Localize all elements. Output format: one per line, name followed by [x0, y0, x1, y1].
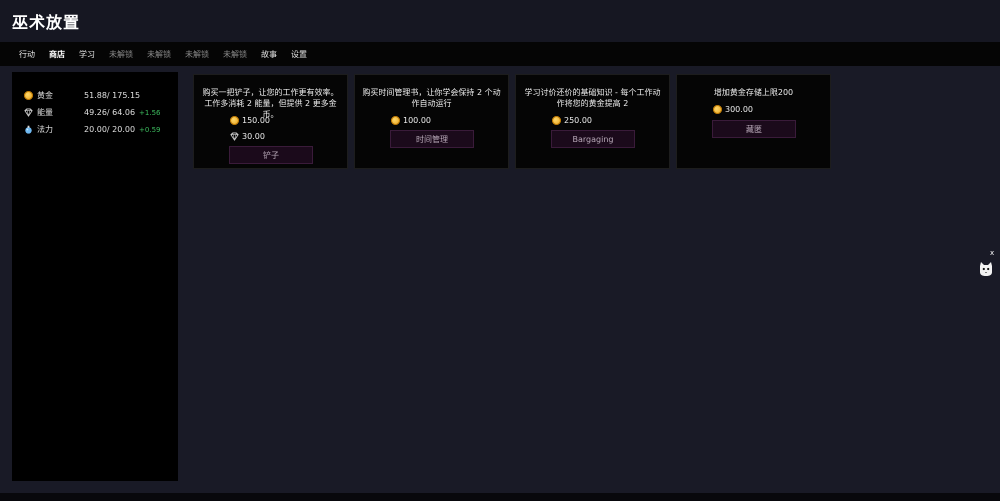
cost-gold: 100.00: [391, 116, 431, 125]
resource-mana: 法力 20.00/ 20.00 +0.59: [12, 121, 178, 138]
tab-shop[interactable]: 商店: [42, 42, 72, 66]
resource-name: 能量: [37, 108, 53, 117]
gold-coin-icon: [713, 105, 722, 114]
cost-amount: 150.00: [242, 116, 270, 125]
card-description: 增加黄金存储上限200: [713, 88, 794, 97]
cost-gold: 300.00: [713, 105, 753, 114]
resource-energy: 能量 49.26/ 64.06 +1.56: [12, 104, 178, 121]
tab-locked-4[interactable]: 未解锁: [216, 42, 254, 66]
cost-energy: 30.00: [230, 132, 265, 141]
buy-bargaining-button[interactable]: Bargaging: [551, 130, 635, 148]
resource-gold: 黄金 51.88/ 175.15: [12, 87, 178, 104]
buy-stash-button[interactable]: 藏匿: [712, 120, 796, 138]
resource-name: 法力: [37, 125, 53, 134]
energy-gem-icon: [24, 108, 33, 117]
buy-time-management-button[interactable]: 时间管理: [390, 130, 474, 148]
gold-coin-icon: [391, 116, 400, 125]
cost-amount: 300.00: [725, 105, 753, 114]
gold-coin-icon: [230, 116, 239, 125]
buy-shovel-button[interactable]: 铲子: [229, 146, 313, 164]
cost-gold: 250.00: [552, 116, 592, 125]
card-description: 学习讨价还价的基础知识 - 每个工作动作将您的黄金提高 2: [524, 88, 661, 108]
tab-settings[interactable]: 设置: [284, 42, 314, 66]
cost-gold: 150.00: [230, 116, 270, 125]
shop-card-time-management: 购买时间管理书，让你学会保持 2 个动作自动运行 100.00 时间管理: [354, 74, 509, 169]
title-bar: 巫术放置: [0, 0, 1000, 42]
bottom-bar: [0, 493, 1000, 501]
gold-coin-icon: [24, 91, 33, 100]
tab-locked-3[interactable]: 未解锁: [178, 42, 216, 66]
tab-story[interactable]: 故事: [254, 42, 284, 66]
tab-study[interactable]: 学习: [72, 42, 102, 66]
shop-card-shovel: 购买一把铲子，让您的工作更有效率。工作多消耗 2 能量，但提供 2 更多金币。 …: [193, 74, 348, 169]
cat-mascot-icon[interactable]: [979, 261, 993, 277]
tab-locked-2[interactable]: 未解锁: [140, 42, 178, 66]
app-title: 巫术放置: [12, 13, 81, 32]
resource-value: 20.00/ 20.00: [84, 125, 136, 134]
floater-close-button[interactable]: x: [990, 249, 994, 257]
cost-amount: 30.00: [242, 132, 265, 141]
energy-gem-icon: [230, 132, 239, 141]
resource-panel: 黄金 51.88/ 175.15 能量 49.26/ 64.06 +1.56 法…: [12, 72, 178, 481]
card-description: 购买时间管理书，让你学会保持 2 个动作自动运行: [362, 88, 501, 108]
tab-bar: 行动 商店 学习 未解锁 未解锁 未解锁 未解锁 故事 设置: [0, 42, 1000, 66]
shop-card-stash: 增加黄金存储上限200 300.00 藏匿: [676, 74, 831, 169]
tab-locked-1[interactable]: 未解锁: [102, 42, 140, 66]
cost-amount: 100.00: [403, 116, 431, 125]
mana-potion-icon: [24, 125, 33, 134]
resource-value: 49.26/ 64.06: [84, 108, 136, 117]
cost-amount: 250.00: [564, 116, 592, 125]
gold-coin-icon: [552, 116, 561, 125]
resource-value: 51.88/ 175.15: [84, 91, 141, 100]
resource-rate: +0.59: [139, 125, 161, 134]
tab-actions[interactable]: 行动: [12, 42, 42, 66]
resource-name: 黄金: [37, 91, 53, 100]
card-description: 购买一把铲子，让您的工作更有效率。工作多消耗 2 能量，但提供 2 更多金币。: [202, 88, 339, 119]
shop-card-bargaining: 学习讨价还价的基础知识 - 每个工作动作将您的黄金提高 2 250.00 Bar…: [515, 74, 670, 169]
resource-rate: +1.56: [139, 108, 161, 117]
